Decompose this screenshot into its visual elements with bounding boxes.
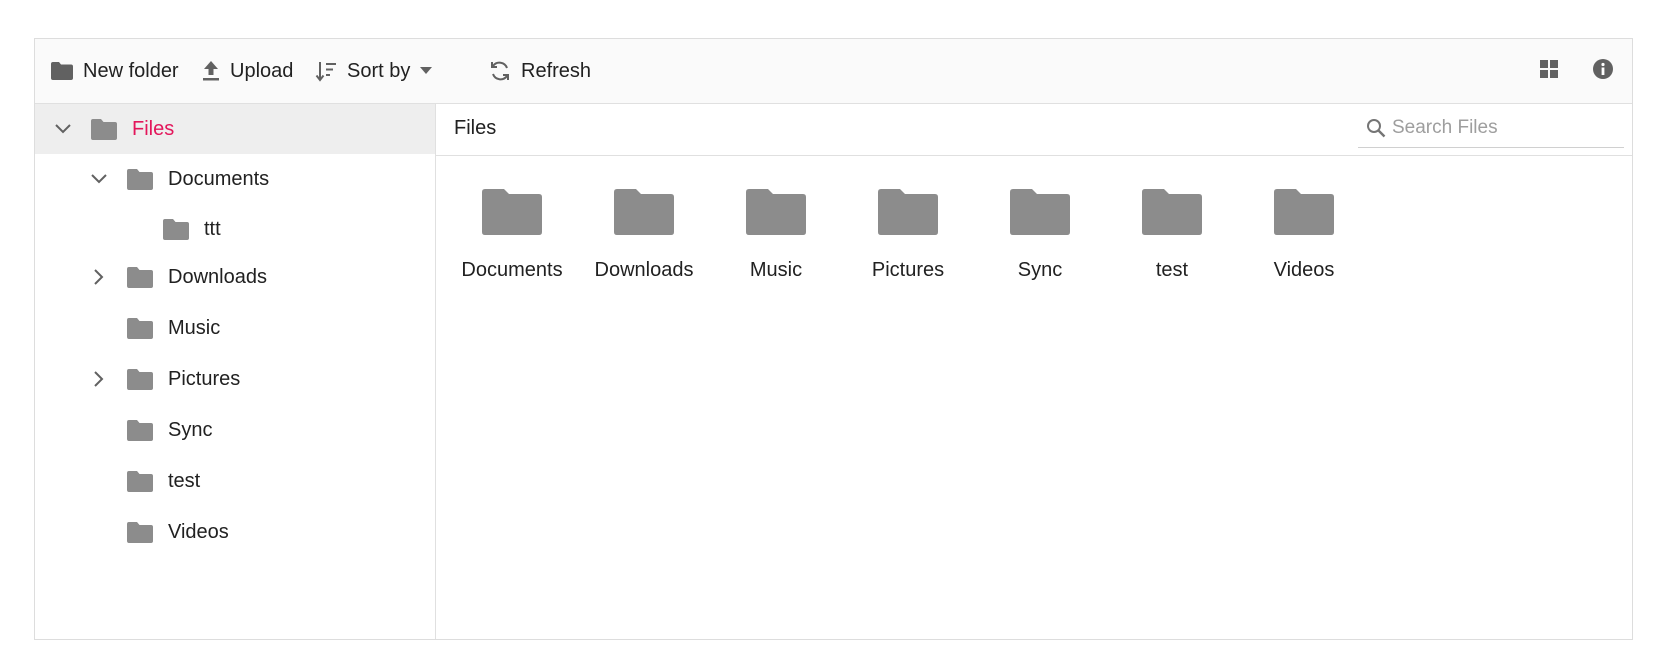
search-icon — [1366, 118, 1386, 138]
upload-label: Upload — [230, 59, 294, 82]
folder-icon — [1274, 189, 1334, 240]
tree-item-label: test — [168, 469, 201, 492]
chevron-down-icon[interactable] — [89, 169, 109, 189]
tree-item-label: ttt — [204, 217, 221, 240]
file-item-label: Pictures — [871, 259, 945, 281]
folder-icon — [127, 470, 153, 492]
view-toggle-button[interactable] — [1529, 39, 1569, 103]
breadcrumb: Files — [436, 104, 1632, 156]
tree-item-label: Videos — [168, 520, 229, 543]
tree-item-label: Pictures — [168, 367, 241, 390]
file-manager: New folder Upload Sort by Refresh Files … — [34, 38, 1633, 640]
tree-item-label: Sync — [168, 418, 213, 441]
file-item-documents[interactable]: Documents — [446, 179, 578, 289]
search-input[interactable] — [1392, 116, 1612, 139]
folder-icon — [127, 368, 153, 390]
content-pane: Files Documents — [436, 104, 1632, 639]
tree-item-music[interactable]: Music — [35, 303, 435, 353]
navigation-pane: Files Documents ttt Downloads Music Pict… — [35, 104, 436, 639]
upload-button[interactable]: Upload — [202, 39, 293, 103]
tree-item-test[interactable]: test — [35, 456, 435, 506]
folder-icon — [614, 189, 674, 240]
sort-icon — [315, 60, 337, 82]
file-item-label: Sync — [1017, 259, 1063, 281]
folder-icon — [746, 189, 806, 240]
caret-down-icon — [420, 67, 433, 75]
details-button[interactable] — [1583, 39, 1623, 103]
tree-item-ttt[interactable]: ttt — [35, 204, 435, 254]
folder-icon — [163, 218, 189, 240]
chevron-right-icon[interactable] — [89, 369, 109, 389]
folder-icon — [1010, 189, 1070, 240]
folder-icon — [127, 521, 153, 543]
search-box — [1358, 108, 1624, 148]
folder-icon — [127, 419, 153, 441]
tree-item-label: Downloads — [168, 265, 267, 288]
folder-icon — [91, 118, 117, 140]
new-folder-button[interactable]: New folder — [51, 39, 179, 103]
refresh-label: Refresh — [521, 59, 592, 82]
folder-icon — [878, 189, 938, 240]
info-icon — [1592, 58, 1614, 85]
file-item-downloads[interactable]: Downloads — [578, 179, 710, 289]
folder-icon — [51, 62, 73, 80]
file-item-label: Documents — [461, 259, 563, 281]
file-item-music[interactable]: Music — [710, 179, 842, 289]
sort-by-label: Sort by — [347, 59, 411, 82]
tree-item-pictures[interactable]: Pictures — [35, 354, 435, 404]
tree-item-sync[interactable]: Sync — [35, 405, 435, 455]
chevron-right-icon[interactable] — [89, 267, 109, 287]
file-item-pictures[interactable]: Pictures — [842, 179, 974, 289]
tree-item-downloads[interactable]: Downloads — [35, 252, 435, 302]
file-item-test[interactable]: test — [1106, 179, 1238, 289]
breadcrumb-item-files[interactable]: Files — [454, 117, 496, 140]
new-folder-label: New folder — [83, 59, 179, 82]
tree-item-label: Files — [132, 117, 175, 140]
sort-by-dropdown[interactable]: Sort by — [315, 39, 433, 103]
folder-icon — [127, 266, 153, 288]
tree-item-label: Documents — [168, 167, 270, 190]
file-item-label: Downloads — [594, 259, 694, 281]
file-item-label: Music — [749, 259, 803, 281]
folder-icon — [127, 168, 153, 190]
tree-item-videos[interactable]: Videos — [35, 507, 435, 557]
file-item-videos[interactable]: Videos — [1238, 179, 1370, 289]
refresh-button[interactable]: Refresh — [489, 39, 591, 103]
grid-view-icon — [1539, 59, 1559, 84]
tree-item-files[interactable]: Files — [35, 104, 435, 154]
chevron-down-icon[interactable] — [53, 119, 73, 139]
folder-icon — [482, 189, 542, 240]
file-item-sync[interactable]: Sync — [974, 179, 1106, 289]
folder-icon — [127, 317, 153, 339]
upload-icon — [202, 60, 220, 82]
refresh-icon — [489, 60, 511, 82]
tree-item-documents[interactable]: Documents — [35, 154, 435, 204]
file-item-label: Videos — [1273, 259, 1335, 281]
tree-item-label: Music — [168, 316, 221, 339]
file-item-label: test — [1155, 259, 1189, 281]
toolbar: New folder Upload Sort by Refresh — [35, 39, 1632, 104]
folder-icon — [1142, 189, 1202, 240]
